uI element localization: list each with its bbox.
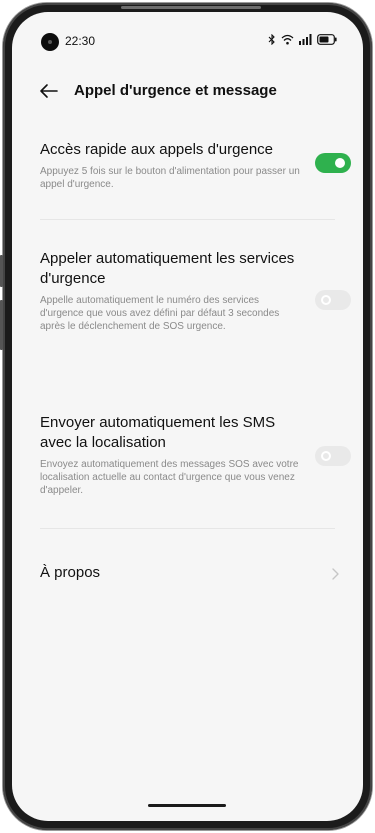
phone-device: 22:30 Appel d'urgence et message Accès r… <box>0 0 375 833</box>
status-bar: 22:30 <box>12 12 363 60</box>
setting-title: Appeler automatiquement les services d'u… <box>40 250 295 287</box>
setting-title: Envoyer automatiquement les SMS avec la … <box>40 414 276 451</box>
battery-icon <box>317 34 337 45</box>
header: Appel d'urgence et message <box>12 78 363 106</box>
auto-send-sms-location-toggle[interactable] <box>315 446 351 466</box>
about-label: À propos <box>40 564 101 581</box>
bluetooth-icon <box>268 34 275 45</box>
signal-icon <box>299 34 312 45</box>
divider <box>40 219 335 220</box>
screen: 22:30 Appel d'urgence et message Accès r… <box>12 12 363 821</box>
toggle-knob <box>335 158 345 168</box>
status-time: 22:30 <box>65 34 96 48</box>
volume-up-button <box>0 255 3 287</box>
setting-description: Envoyez automatiquement des messages SOS… <box>40 459 299 496</box>
home-indicator[interactable] <box>148 804 226 807</box>
quick-emergency-call-toggle[interactable] <box>315 153 351 173</box>
setting-title: Accès rapide aux appels d'urgence <box>40 141 274 158</box>
about-row[interactable]: À propos <box>40 561 340 587</box>
page-title: Appel d'urgence et message <box>74 82 277 99</box>
toggle-knob <box>321 295 331 305</box>
setting-description: Appelle automatiquement le numéro des se… <box>40 295 280 332</box>
setting-auto-send-sms-location[interactable]: Envoyer automatiquement les SMS avec la … <box>40 413 340 497</box>
front-camera <box>41 33 59 51</box>
setting-description: Appuyez 5 fois sur le bouton d'alimentat… <box>40 166 300 190</box>
chevron-right-icon <box>332 568 339 580</box>
wifi-icon <box>281 34 294 45</box>
setting-auto-call-emergency-services[interactable]: Appeler automatiquement les services d'u… <box>40 249 340 333</box>
arrow-left-icon[interactable] <box>38 80 60 102</box>
setting-quick-emergency-call[interactable]: Accès rapide aux appels d'urgence Appuye… <box>40 140 340 191</box>
divider <box>40 528 335 529</box>
auto-call-emergency-services-toggle[interactable] <box>315 290 351 310</box>
toggle-knob <box>321 451 331 461</box>
status-icons <box>268 34 337 45</box>
speaker-slit <box>121 6 261 9</box>
volume-down-button <box>0 300 3 350</box>
